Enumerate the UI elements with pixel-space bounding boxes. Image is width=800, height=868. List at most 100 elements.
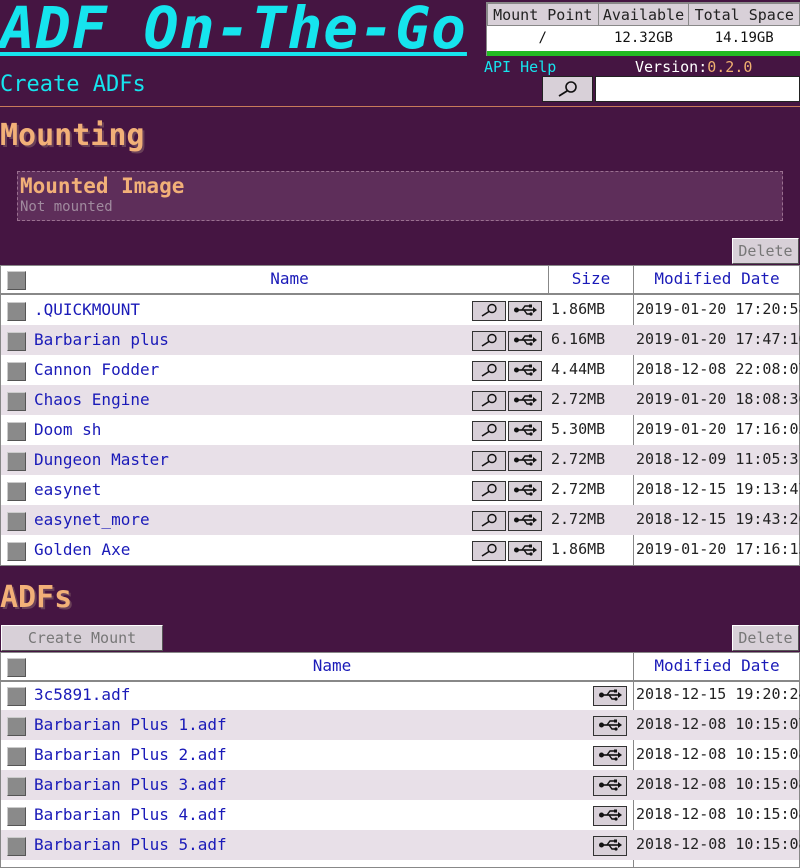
modified-cell: 2018-12-08 10:15:08 <box>636 775 800 793</box>
image-name-link[interactable]: Barbarian plus <box>34 330 169 349</box>
table-row[interactable]: Cannon Fodder 4.44MB 2018-12-08 22:08:07 <box>1 355 800 385</box>
row-checkbox[interactable] <box>7 452 26 471</box>
table-row[interactable]: Chaos Engine 2.72MB 2019-01-20 18:08:36 <box>1 385 800 415</box>
mount-usb-button[interactable] <box>508 391 542 411</box>
table-row[interactable]: easynet_more 2.72MB 2018-12-15 19:43:26 <box>1 505 800 535</box>
size-cell: 4.44MB <box>551 360 606 378</box>
image-name-link[interactable]: easynet <box>34 480 101 499</box>
usb-write-button[interactable] <box>593 746 627 766</box>
create-mount-image-button[interactable]: Create Mount Image <box>1 625 163 671</box>
usb-write-button[interactable] <box>593 716 627 736</box>
adf-name-link[interactable]: Barbarian Plus 1.adf <box>34 715 227 734</box>
inspect-button[interactable] <box>472 391 506 411</box>
mount-usb-button[interactable] <box>508 481 542 501</box>
table-row[interactable]: Barbarian Plus 3.adf 2018-12-08 10:15:08 <box>1 770 800 800</box>
adf-name-link[interactable]: Barbarian Plus 4.adf <box>34 805 227 824</box>
inspect-button[interactable] <box>472 511 506 531</box>
table-row[interactable]: Barbarian Plus 4.adf 2018-12-08 10:15:08 <box>1 800 800 830</box>
table-row[interactable]: Barbarian Plus 5.adf 2018-12-08 10:15:08 <box>1 830 800 860</box>
image-name-link[interactable]: Dungeon Master <box>34 450 169 469</box>
row-checkbox[interactable] <box>7 717 26 736</box>
inspect-button[interactable] <box>472 301 506 321</box>
row-checkbox[interactable] <box>7 392 26 411</box>
mount-usb-button[interactable] <box>508 451 542 471</box>
table-row[interactable]: Barbarian Plus 1.adf 2018-12-08 10:15:07 <box>1 710 800 740</box>
modified-column-header[interactable]: Modified Date <box>634 653 800 680</box>
table-row[interactable]: .QUICKMOUNT 1.86MB 2019-01-20 17:20:58 <box>1 295 800 325</box>
inspect-button[interactable] <box>472 361 506 381</box>
usb-icon <box>512 302 538 321</box>
table-row[interactable]: Golden Axe 1.86MB 2019-01-20 17:16:13 <box>1 535 800 565</box>
create-adfs-link[interactable]: Create ADFs <box>0 72 146 97</box>
mount-delete-button[interactable]: Delete <box>732 238 799 264</box>
size-column-header[interactable]: Size <box>549 266 634 293</box>
magnifier-icon <box>477 362 501 381</box>
table-row[interactable]: Barbarian plus 6.16MB 2019-01-20 17:47:10 <box>1 325 800 355</box>
adfs-heading: ADFs <box>0 580 73 615</box>
app-logo[interactable]: ADF On-The-Go <box>0 0 467 62</box>
row-checkbox[interactable] <box>7 747 26 766</box>
magnifier-icon <box>477 392 501 411</box>
mounted-image-status: Not mounted <box>20 199 113 215</box>
name-column-header[interactable]: Name <box>31 653 634 680</box>
adf-name-link[interactable]: Barbarian Plus 5.adf <box>34 835 227 854</box>
image-name-link[interactable]: easynet_more <box>34 510 150 529</box>
modified-cell: 2018-12-09 11:05:31 <box>636 450 800 468</box>
usb-write-button[interactable] <box>593 776 627 796</box>
mount-usb-button[interactable] <box>508 331 542 351</box>
mounting-heading: Mounting <box>0 118 145 153</box>
mount-usb-button[interactable] <box>508 511 542 531</box>
adf-name-link[interactable]: 3c5891.adf <box>34 685 130 704</box>
select-all-checkbox[interactable] <box>7 658 26 677</box>
row-checkbox[interactable] <box>7 777 26 796</box>
image-name-link[interactable]: Golden Axe <box>34 540 130 559</box>
table-row[interactable]: Doom sh 5.30MB 2019-01-20 17:16:05 <box>1 415 800 445</box>
inspect-button[interactable] <box>472 481 506 501</box>
available-header: Available <box>597 3 690 26</box>
search-input[interactable] <box>595 76 800 102</box>
inspect-button[interactable] <box>472 451 506 471</box>
usb-write-button[interactable] <box>593 686 627 706</box>
table-row[interactable]: Barbarian Plus 2.adf 2018-12-08 10:15:08 <box>1 740 800 770</box>
modified-cell: 2018-12-08 10:15:08 <box>636 835 800 853</box>
row-checkbox[interactable] <box>7 542 26 561</box>
row-checkbox[interactable] <box>7 807 26 826</box>
inspect-button[interactable] <box>472 331 506 351</box>
mount-usb-button[interactable] <box>508 541 542 561</box>
row-checkbox[interactable] <box>7 687 26 706</box>
image-name-link[interactable]: .QUICKMOUNT <box>34 300 140 319</box>
table-row[interactable]: Dungeon Master 2.72MB 2018-12-09 11:05:31 <box>1 445 800 475</box>
row-checkbox[interactable] <box>7 332 26 351</box>
usb-write-button[interactable] <box>593 806 627 826</box>
inspect-button[interactable] <box>472 541 506 561</box>
inspect-button[interactable] <box>472 421 506 441</box>
row-checkbox[interactable] <box>7 482 26 501</box>
api-help-link[interactable]: API Help <box>484 58 556 76</box>
row-checkbox[interactable] <box>7 837 26 856</box>
image-name-link[interactable]: Chaos Engine <box>34 390 150 409</box>
name-column-header[interactable]: Name <box>31 266 549 293</box>
row-checkbox[interactable] <box>7 362 26 381</box>
modified-cell: 2018-12-08 10:15:07 <box>636 715 800 733</box>
row-checkbox[interactable] <box>7 302 26 321</box>
adf-table-header: Name Modified Date <box>1 653 799 682</box>
modified-column-header[interactable]: Modified Date <box>634 266 800 293</box>
size-cell: 1.86MB <box>551 540 606 558</box>
mount-usb-button[interactable] <box>508 301 542 321</box>
image-name-link[interactable]: Doom sh <box>34 420 101 439</box>
usage-bar <box>487 51 800 56</box>
select-all-checkbox[interactable] <box>7 271 26 290</box>
mount-usb-button[interactable] <box>508 361 542 381</box>
image-name-link[interactable]: Cannon Fodder <box>34 360 159 379</box>
usb-icon <box>597 777 623 796</box>
adf-delete-button[interactable]: Delete <box>732 625 799 651</box>
row-checkbox[interactable] <box>7 422 26 441</box>
table-row[interactable]: easynet 2.72MB 2018-12-15 19:13:47 <box>1 475 800 505</box>
adf-name-link[interactable]: Barbarian Plus 3.adf <box>34 775 227 794</box>
adf-name-link[interactable]: Barbarian Plus 2.adf <box>34 745 227 764</box>
search-button[interactable] <box>542 76 593 102</box>
mount-usb-button[interactable] <box>508 421 542 441</box>
usb-write-button[interactable] <box>593 836 627 856</box>
table-row[interactable]: 3c5891.adf 2018-12-15 19:20:24 <box>1 680 800 710</box>
row-checkbox[interactable] <box>7 512 26 531</box>
